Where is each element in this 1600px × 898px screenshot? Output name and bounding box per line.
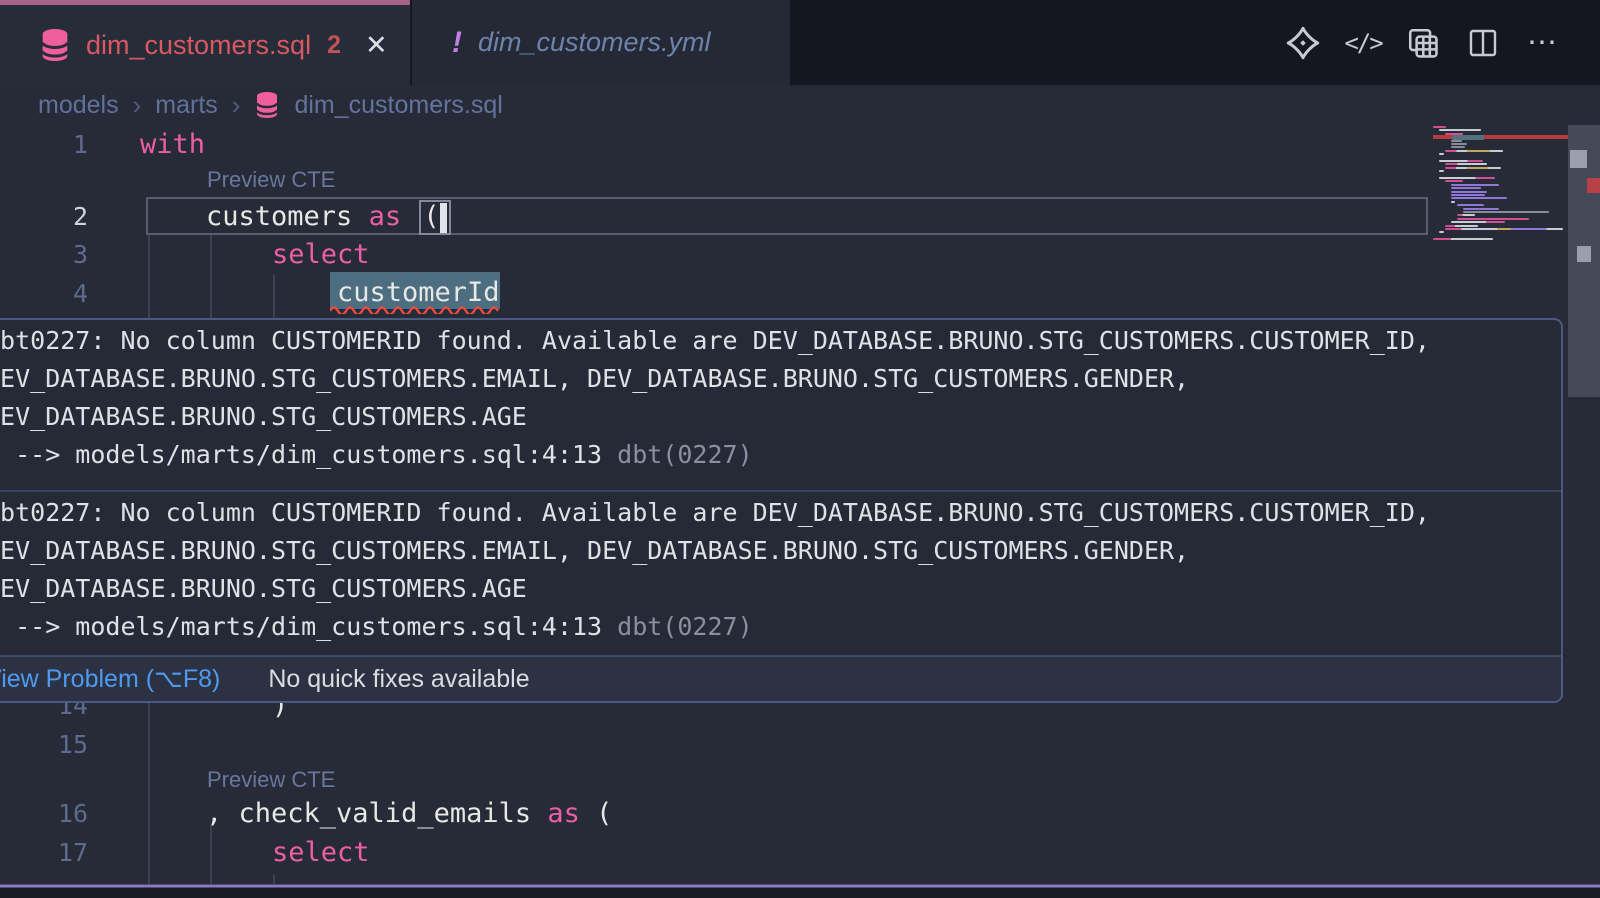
view-problem-link[interactable]: View Problem (⌥F8) (0, 664, 220, 694)
breadcrumb: models › marts › dim_customers.sql (0, 85, 1600, 125)
footer-strip (0, 888, 1600, 898)
error-message-line: DEV_DATABASE.BRUNO.STG_CUSTOMERS.AGE (0, 398, 1558, 436)
minimap-line (1457, 214, 1475, 216)
code-line-2: customers as ( (206, 197, 451, 236)
close-tab-icon[interactable]: ✕ (365, 30, 388, 61)
minimap-line (1439, 129, 1481, 131)
minimap-line (1445, 228, 1563, 230)
vscode-window: dim_customers.sql 2 ✕ ! dim_customers.ym… (0, 0, 1600, 898)
database-icon (38, 28, 72, 62)
code-line-16: , check_valid_emails as ( (206, 794, 612, 833)
breadcrumb-marts[interactable]: marts (155, 91, 218, 120)
ruler-error-mark (1587, 178, 1600, 193)
error-message-line: DEV_DATABASE.BRUNO.STG_CUSTOMERS.AGE (0, 570, 1558, 608)
error-message-block: dbt0227: No column CUSTOMERID found. Ava… (0, 492, 1561, 662)
line-number: 3 (0, 235, 88, 274)
error-squiggle (330, 305, 500, 314)
minimap-line (1457, 204, 1484, 206)
minimap-line (1439, 160, 1483, 162)
minimap-line (1451, 140, 1462, 142)
minimap-line (1451, 143, 1467, 145)
minimap-line (1445, 163, 1487, 165)
chevron-right-icon: › (133, 90, 142, 121)
line-number: 4 (0, 274, 88, 313)
minimap-line (1457, 218, 1529, 220)
minimap-line (1439, 153, 1444, 155)
error-hover-widget: dbt0227: No column CUSTOMERID found. Ava… (0, 318, 1563, 703)
ruler-mark (1570, 150, 1587, 168)
code-line-17: select (272, 833, 370, 872)
minimap-line (1445, 180, 1463, 182)
line-number: 17 (0, 833, 88, 872)
error-source-code: dbt(0227) (617, 612, 752, 641)
indent-guide (210, 825, 212, 886)
minimap-line (1451, 197, 1507, 199)
ruler-mark (1577, 246, 1591, 262)
more-actions-icon[interactable]: ⋯ (1526, 26, 1560, 60)
minimap-line (1445, 167, 1501, 169)
minimap-line (1451, 201, 1455, 203)
minimap[interactable] (1433, 125, 1568, 255)
minimap-word-highlight (1452, 135, 1484, 140)
database-icon (254, 91, 280, 119)
editor-actions: </> ⋯ (1286, 0, 1560, 85)
breadcrumb-file[interactable]: dim_customers.sql (294, 91, 502, 120)
line-number-active: 2 (0, 197, 88, 236)
minimap-line (1451, 191, 1487, 193)
minimap-line (1463, 211, 1549, 213)
error-message-line: dbt0227: No column CUSTOMERID found. Ava… (0, 494, 1558, 532)
minimap-line (1463, 208, 1499, 210)
text-cursor (440, 203, 447, 233)
tab-label: dim_customers.sql (86, 30, 311, 61)
breadcrumb-models[interactable]: models (38, 91, 119, 120)
minimap-line (1451, 146, 1465, 148)
scrollbar[interactable] (1568, 125, 1600, 898)
indent-guide (273, 274, 275, 318)
minimap-line (1439, 231, 1444, 233)
tab-dim-customers-yml[interactable]: ! dim_customers.yml (412, 0, 790, 85)
error-source-code: dbt(0227) (617, 440, 752, 469)
indent-guide (148, 235, 150, 318)
chevron-right-icon: › (232, 90, 241, 121)
error-message-block: dbt0227: No column CUSTOMERID found. Ava… (0, 320, 1561, 492)
table-copy-icon[interactable] (1406, 26, 1440, 60)
line-number: 1 (0, 125, 88, 164)
bracket-match: ( (419, 200, 450, 235)
code-line-3: select (272, 235, 370, 274)
minimap-line (1451, 221, 1505, 223)
codelens-preview-cte[interactable]: Preview CTE (207, 767, 335, 793)
minimap-line (1451, 184, 1499, 186)
error-message-line: dbt0227: No column CUSTOMERID found. Ava… (0, 322, 1558, 360)
code-line-1: with (140, 125, 205, 164)
tab-dim-customers-sql[interactable]: dim_customers.sql 2 ✕ (0, 0, 410, 85)
split-editor-icon[interactable] (1466, 26, 1500, 60)
minimap-line (1445, 150, 1503, 152)
problem-count-badge: 2 (327, 31, 341, 60)
tab-label: dim_customers.yml (478, 27, 711, 58)
minimap-line (1451, 194, 1485, 196)
no-quick-fixes-label: No quick fixes available (268, 665, 529, 694)
minimap-line (1451, 187, 1481, 189)
minimap-line (1439, 177, 1495, 179)
indent-guide (210, 235, 212, 318)
minimap-line (1433, 238, 1493, 240)
error-message-line: DEV_DATABASE.BRUNO.STG_CUSTOMERS.EMAIL, … (0, 532, 1558, 570)
line-number: 16 (0, 794, 88, 833)
minimap-line (1439, 170, 1444, 172)
error-location-line: --> models/marts/dim_customers.sql:4:13 … (0, 436, 1558, 474)
indent-guide (148, 686, 150, 886)
minimap-line (1433, 126, 1446, 128)
codelens-preview-cte[interactable]: Preview CTE (207, 167, 335, 193)
dbt-icon[interactable] (1286, 26, 1320, 60)
error-message-line: DEV_DATABASE.BRUNO.STG_CUSTOMERS.EMAIL, … (0, 360, 1558, 398)
hover-status-bar: View Problem (⌥F8) No quick fixes availa… (0, 655, 1561, 701)
compile-code-icon[interactable]: </> (1346, 26, 1380, 60)
line-number: 15 (0, 725, 88, 764)
minimap-line (1445, 225, 1478, 227)
tab-bar: dim_customers.sql 2 ✕ ! dim_customers.ym… (0, 0, 1600, 85)
warning-exclamation-icon: ! (452, 26, 462, 60)
error-location-line: --> models/marts/dim_customers.sql:4:13 … (0, 608, 1558, 646)
